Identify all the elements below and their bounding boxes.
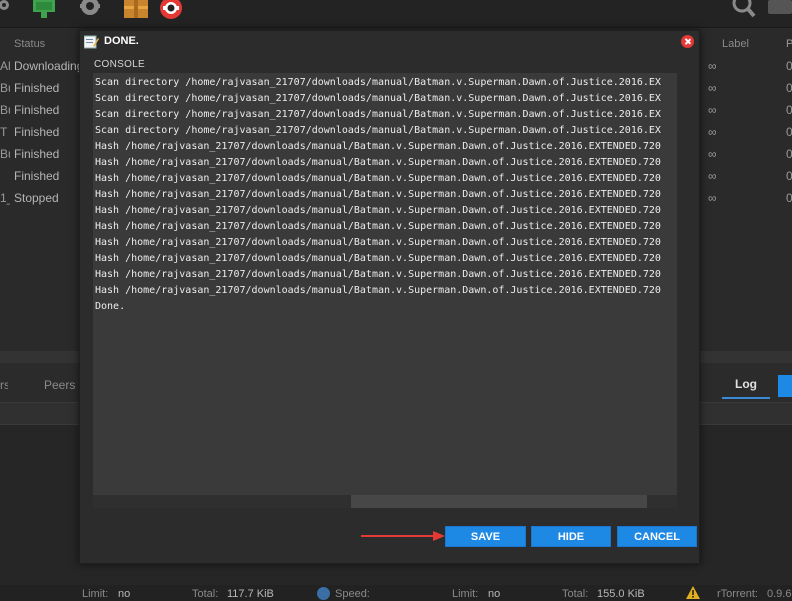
row-status: Stopped xyxy=(14,191,59,205)
row-ratio: ∞ xyxy=(708,191,717,205)
upload-total-value: 117.7 KiB xyxy=(227,588,274,600)
flag-icon[interactable] xyxy=(33,0,55,18)
console-text: Scan directory /home/rajvasan_21707/down… xyxy=(95,75,665,495)
row-status: Finished xyxy=(14,81,60,95)
row-ratio: ∞ xyxy=(708,147,717,161)
tab-trackers[interactable]: rs xyxy=(0,378,8,392)
cancel-button[interactable]: CANCEL xyxy=(617,526,697,547)
row-ratio: ∞ xyxy=(708,125,717,139)
row-ratio: ∞ xyxy=(708,169,717,183)
download-limit-value[interactable]: no xyxy=(488,588,500,600)
warning-icon[interactable] xyxy=(686,586,700,599)
arrow-icon xyxy=(361,531,445,541)
console-line: Hash /home/rajvasan_21707/downloads/manu… xyxy=(95,173,661,184)
box-icon[interactable] xyxy=(124,0,148,20)
horizontal-scrollbar-thumb[interactable] xyxy=(351,495,647,508)
app-label: rTorrent: xyxy=(717,588,758,600)
row-last: 0 xyxy=(786,191,792,205)
dialog-titlebar[interactable]: DONE. xyxy=(80,31,699,53)
row-last: 0 xyxy=(786,125,792,139)
row-last: 0 xyxy=(786,147,792,161)
row-name: Bu xyxy=(0,147,10,161)
row-status: Finished xyxy=(14,103,60,117)
row-status: Finished xyxy=(14,125,60,139)
done-dialog: DONE. CONSOLE Scan directory /home/rajva… xyxy=(79,30,700,564)
help-icon[interactable] xyxy=(159,0,183,20)
row-status: Finished xyxy=(14,169,60,183)
upload-total-label: Total: xyxy=(192,588,219,600)
search-icon[interactable] xyxy=(732,0,756,18)
column-last[interactable]: P xyxy=(786,38,792,50)
download-total-value: 155.0 KiB xyxy=(597,588,645,600)
column-label[interactable]: Label xyxy=(722,38,749,50)
settings-icon[interactable] xyxy=(79,0,101,18)
close-icon[interactable] xyxy=(681,35,694,48)
row-ratio: ∞ xyxy=(708,59,717,73)
gear-icon[interactable] xyxy=(0,0,14,14)
status-bar: Limit: no Total: 117.7 KiB Speed: Limit:… xyxy=(0,585,792,601)
console-line: Hash /home/rajvasan_21707/downloads/manu… xyxy=(95,141,661,152)
upload-limit-value[interactable]: no xyxy=(118,588,130,600)
download-total-label: Total: xyxy=(562,588,589,600)
save-button[interactable]: SAVE xyxy=(445,526,526,547)
console-line: Hash /home/rajvasan_21707/downloads/manu… xyxy=(95,221,661,232)
console-line: Hash /home/rajvasan_21707/downloads/manu… xyxy=(95,189,661,200)
row-ratio: ∞ xyxy=(708,81,717,95)
row-last: 0 xyxy=(786,81,792,95)
console-line: Scan directory /home/rajvasan_21707/down… xyxy=(95,109,661,120)
console-label: CONSOLE xyxy=(94,59,146,70)
tab-peers[interactable]: Peers xyxy=(44,378,75,392)
row-name: 1_ xyxy=(0,191,10,205)
row-last: 0 xyxy=(786,103,792,117)
toolbar xyxy=(0,0,792,28)
hide-button[interactable]: HIDE xyxy=(531,526,611,547)
console-line: Hash /home/rajvasan_21707/downloads/manu… xyxy=(95,285,661,296)
console-line: Scan directory /home/rajvasan_21707/down… xyxy=(95,93,661,104)
console-line: Hash /home/rajvasan_21707/downloads/manu… xyxy=(95,269,661,280)
console-line: Hash /home/rajvasan_21707/downloads/manu… xyxy=(95,157,661,168)
upload-limit-label: Limit: xyxy=(82,588,109,600)
download-icon xyxy=(317,587,330,600)
row-status: Downloading xyxy=(14,59,84,73)
row-ratio: ∞ xyxy=(708,103,717,117)
tab-action-button[interactable] xyxy=(778,375,792,397)
console-line: Hash /home/rajvasan_21707/downloads/manu… xyxy=(95,205,661,216)
row-name: T xyxy=(0,125,8,139)
row-status: Finished xyxy=(14,147,60,161)
row-name: Bu xyxy=(0,103,10,117)
horizontal-scrollbar[interactable] xyxy=(93,495,677,508)
column-status[interactable]: Status xyxy=(14,38,45,50)
console-line: Scan directory /home/rajvasan_21707/down… xyxy=(95,77,661,88)
download-limit-label: Limit: xyxy=(452,588,479,600)
console-line: Hash /home/rajvasan_21707/downloads/manu… xyxy=(95,253,661,264)
edit-document-icon xyxy=(84,35,99,49)
console-output[interactable]: Scan directory /home/rajvasan_21707/down… xyxy=(93,73,677,508)
console-line: Scan directory /home/rajvasan_21707/down… xyxy=(95,125,661,136)
console-line: Hash /home/rajvasan_21707/downloads/manu… xyxy=(95,237,661,248)
row-last: 0 xyxy=(786,169,792,183)
app-version: 0.9.6 xyxy=(767,588,792,600)
download-speed-label: Speed: xyxy=(335,588,370,600)
dialog-title: DONE. xyxy=(104,35,139,47)
console-line: Done. xyxy=(95,301,126,312)
row-name: Bu xyxy=(0,81,10,95)
row-name: Al xyxy=(0,59,10,73)
toolbar-menu-button[interactable] xyxy=(768,0,792,14)
tab-log[interactable]: Log xyxy=(722,377,770,399)
row-last: 0 xyxy=(786,59,792,73)
